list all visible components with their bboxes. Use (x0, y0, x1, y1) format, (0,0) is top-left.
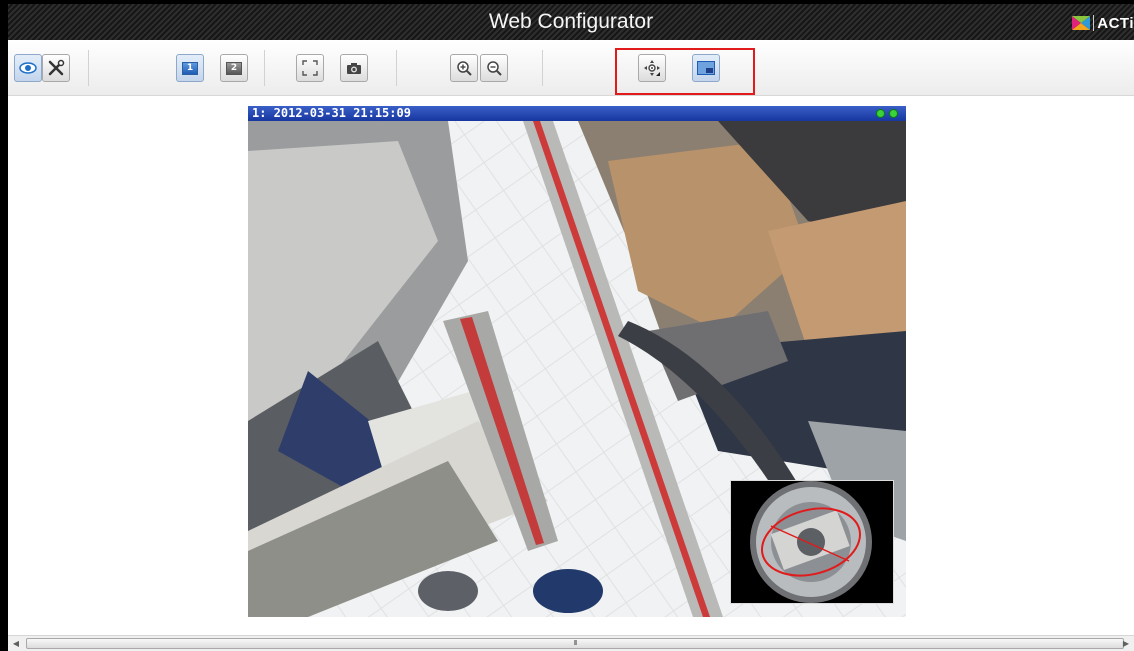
picture-in-picture-overview[interactable] (730, 480, 894, 604)
fullscreen-icon (302, 60, 318, 76)
acti-logo-icon (1072, 16, 1091, 30)
scrollbar-thumb[interactable]: III (26, 638, 1124, 649)
brand-name: ACTi (1097, 14, 1134, 32)
zoom-out-button[interactable] (480, 54, 508, 82)
monitor-2-icon: 2 (226, 61, 242, 75)
tools-icon (48, 59, 65, 76)
status-dot-icon (876, 109, 885, 118)
video-viewport[interactable]: 1: 2012-03-31 21:15:09 (248, 106, 906, 617)
fullscreen-button[interactable] (296, 54, 324, 82)
setup-button[interactable] (42, 54, 70, 82)
fisheye-overview (731, 481, 893, 603)
camera-icon (347, 62, 361, 74)
monitor-1-icon: 1 (182, 61, 198, 75)
window-title: Web Configurator (488, 10, 654, 33)
eye-icon (19, 62, 37, 74)
highlight-box (615, 48, 755, 95)
scroll-left-arrow-icon[interactable]: ◀ (8, 636, 24, 651)
zoom-in-icon (457, 61, 472, 76)
layout-1-button[interactable]: 1 (176, 54, 204, 82)
layout-2-button[interactable]: 2 (220, 54, 248, 82)
title-bar: Web Configurator ACTi (8, 4, 1134, 40)
zoom-in-button[interactable] (450, 54, 478, 82)
brand-logo: ACTi (1072, 13, 1134, 33)
video-osd-timestamp: 1: 2012-03-31 21:15:09 (248, 106, 906, 121)
horizontal-scrollbar[interactable]: ◀ III ▶ (8, 635, 1134, 651)
scrollbar-grip: III (573, 640, 578, 647)
scroll-right-arrow-icon[interactable]: ▶ (1118, 636, 1134, 651)
toolbar: 1 2 (8, 40, 1134, 96)
zoom-out-icon (487, 61, 502, 76)
live-view-button[interactable] (14, 54, 42, 82)
status-dot-icon (889, 109, 898, 118)
snapshot-button[interactable] (340, 54, 368, 82)
